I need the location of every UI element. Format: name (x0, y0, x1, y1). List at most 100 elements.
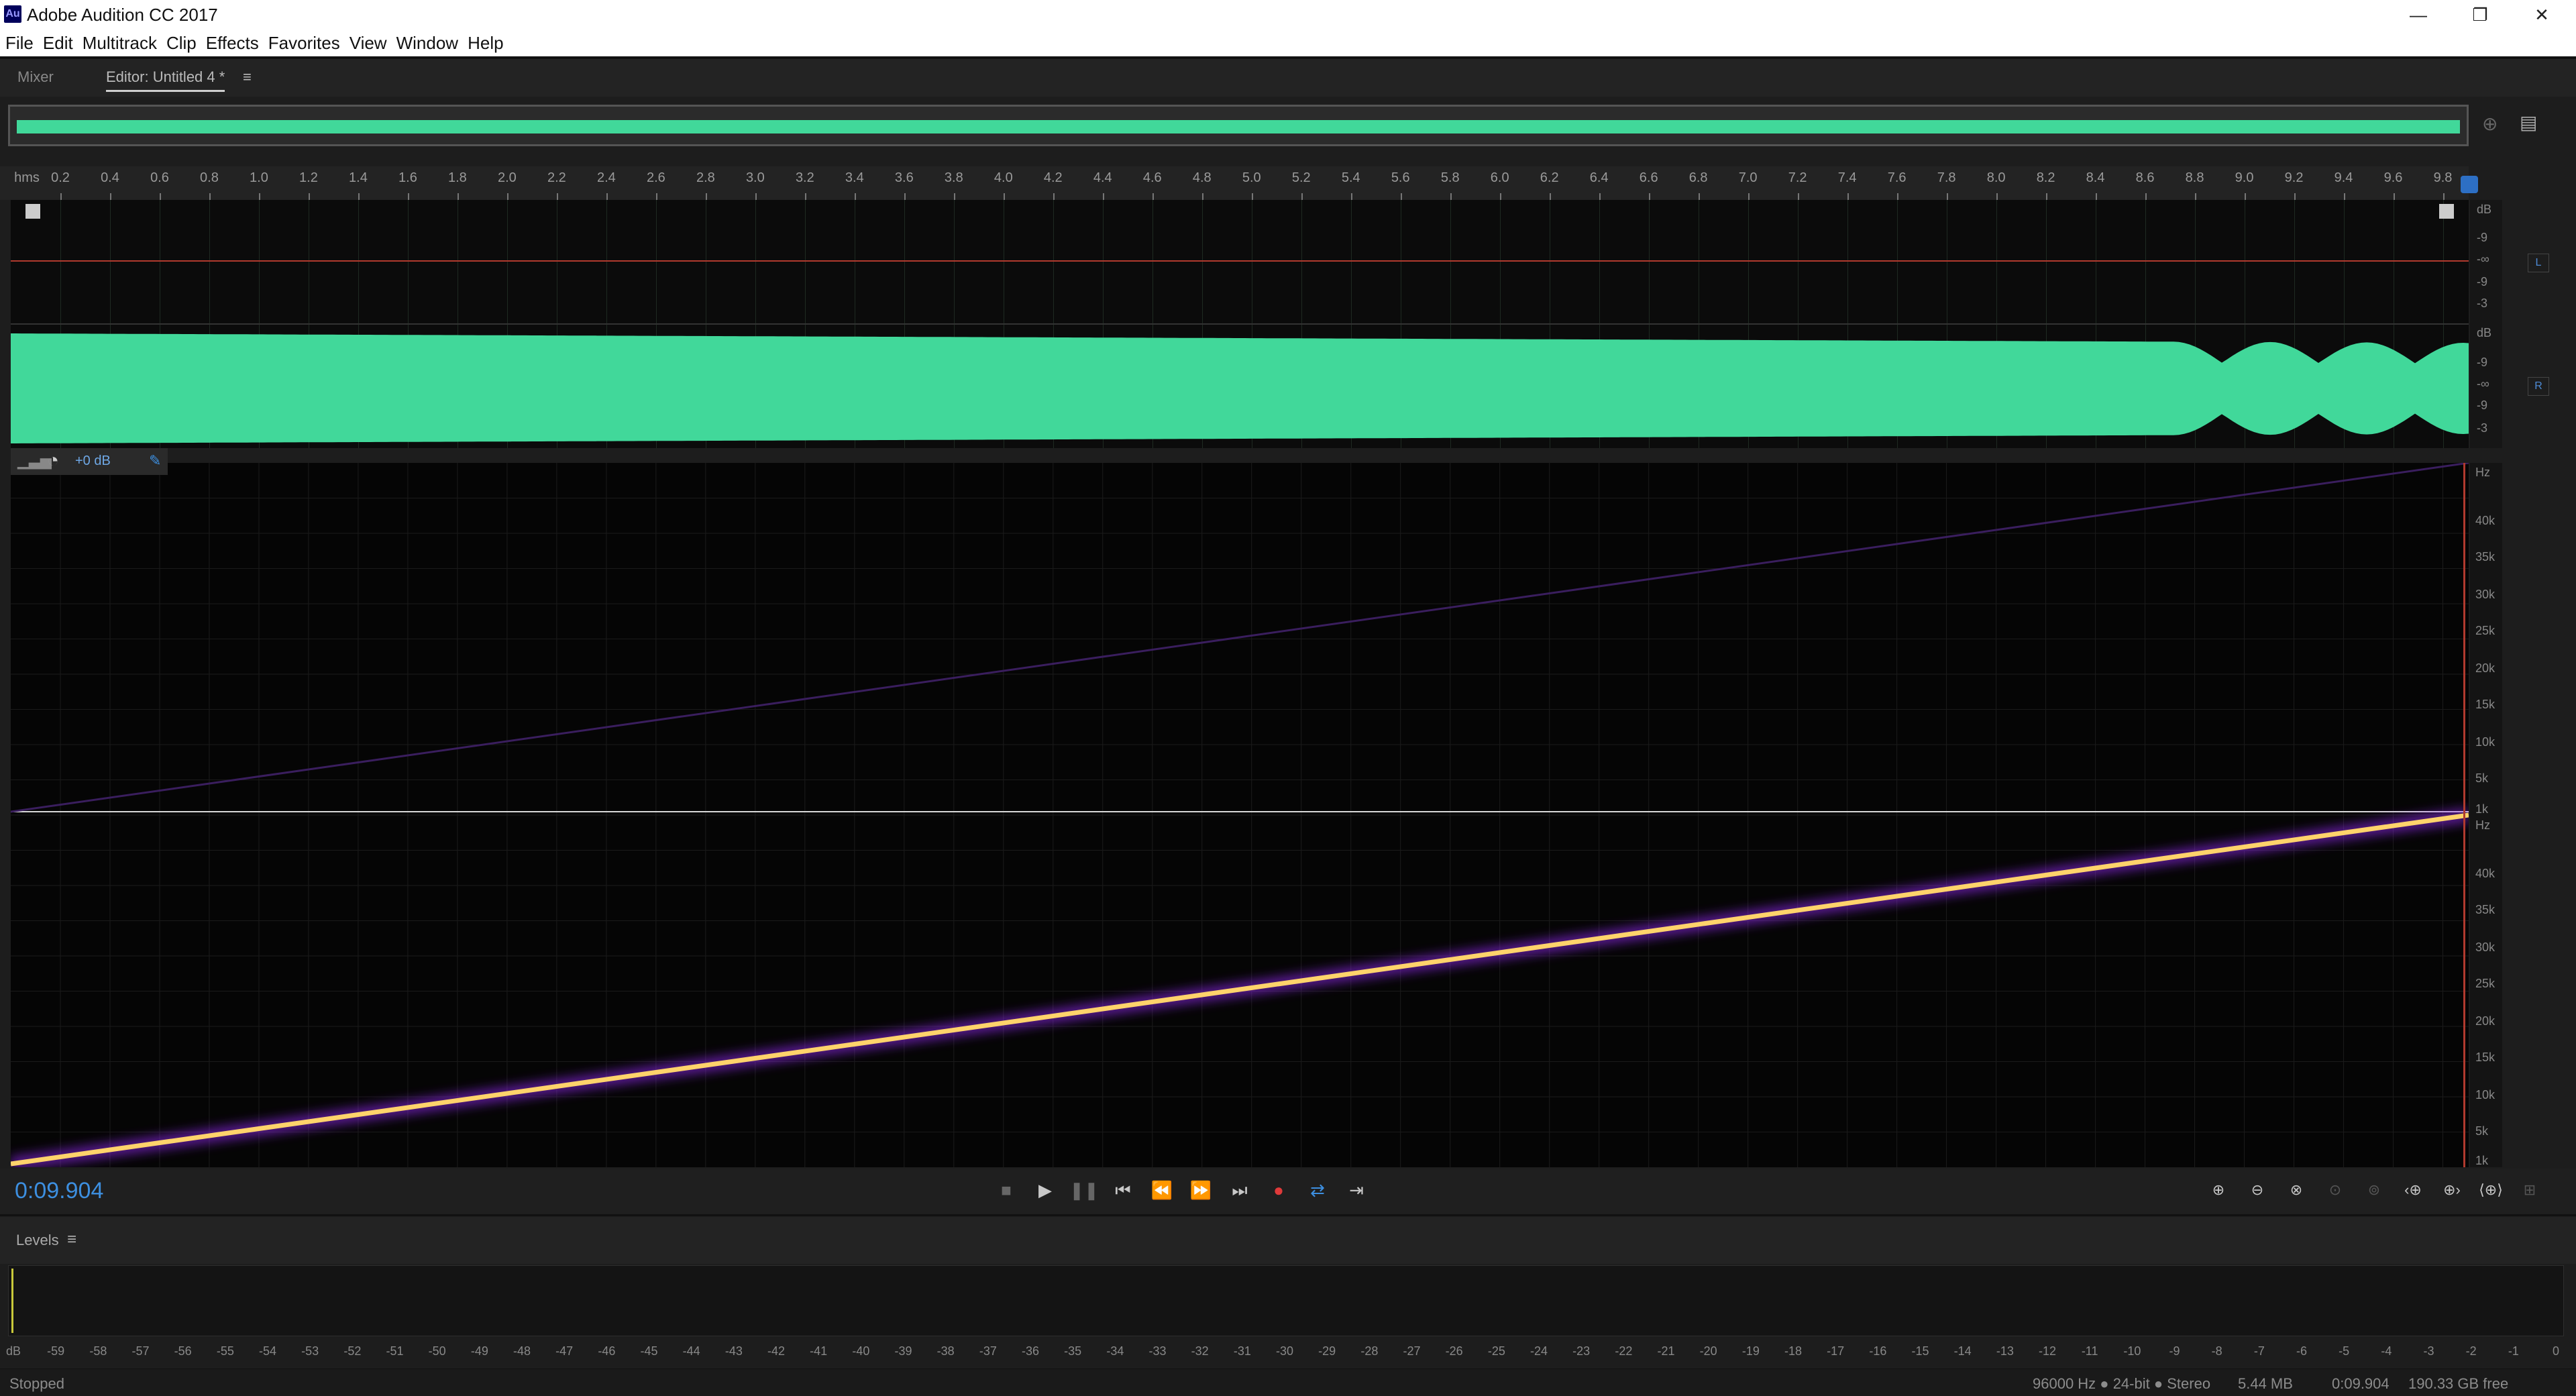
hz-bot-2: 35k (2475, 903, 2496, 916)
tab-mixer[interactable]: Mixer (17, 68, 54, 86)
ruler-tick (1847, 193, 1849, 200)
zoom-selection-button[interactable]: ⟨⊕⟩ (2474, 1175, 2508, 1205)
play-button[interactable]: ▶ (1030, 1175, 1060, 1205)
ruler-label: 4.2 (1043, 170, 1063, 185)
gain-knob-icon[interactable]: ◔ (47, 449, 59, 472)
zoom-out-amplitude-button[interactable]: ⊖ (2241, 1175, 2274, 1205)
level-scale-label: -49 (470, 1344, 488, 1358)
ruler-tick (1648, 193, 1650, 200)
time-ruler[interactable]: hms 0.2 0.4 0.6 0.8 1.0 1.2 1.4 1.6 1.8 2.0 2.2 2.4… (0, 166, 2469, 200)
zoom-in-amplitude-button[interactable]: ⊕ (2202, 1175, 2235, 1205)
ruler-tick (556, 193, 558, 200)
move-to-start-button[interactable]: ⏮ (1108, 1175, 1138, 1205)
zoom-navigator-icon[interactable]: ⊕ (2482, 113, 2498, 135)
current-time-display[interactable]: 0:09.904 (15, 1178, 103, 1204)
playhead-marker-icon[interactable] (2461, 176, 2478, 193)
level-scale-label: -29 (1318, 1344, 1336, 1358)
rewind-button[interactable]: ⏪ (1147, 1175, 1177, 1205)
ruler-tick (1152, 193, 1154, 200)
overview-waveform (17, 120, 2460, 133)
ruler-label: 0.8 (200, 170, 219, 185)
ruler-label: 7.4 (1837, 170, 1857, 185)
gain-value[interactable]: +0 dB (75, 453, 111, 469)
ruler-tick (1400, 193, 1402, 200)
right-channel-sweep (11, 812, 2469, 1167)
menu-window[interactable]: Window (396, 33, 458, 54)
playback-state: Stopped (9, 1375, 64, 1392)
hz-top-9: 1k (2475, 802, 2489, 816)
stop-button[interactable]: ■ (991, 1175, 1021, 1205)
loop-playback-button[interactable]: ⇄ (1303, 1175, 1332, 1205)
ruler-tick (1053, 193, 1055, 200)
fast-forward-button[interactable]: ⏩ (1186, 1175, 1216, 1205)
ruler-label: 9.6 (2383, 170, 2403, 185)
audition-logo-icon: Au (4, 5, 21, 23)
fade-in-handle-icon[interactable] (25, 204, 40, 219)
db-l-1: -9 (2477, 231, 2488, 244)
level-scale-label: -19 (1741, 1344, 1760, 1358)
menu-view[interactable]: View (350, 33, 387, 54)
ruler-label: 6.8 (1688, 170, 1708, 185)
level-scale-label: -53 (301, 1344, 319, 1358)
zoom-full-button[interactable]: ⊚ (2357, 1175, 2391, 1205)
ruler-label: 8.8 (2185, 170, 2204, 185)
ruler-tick (1251, 193, 1253, 200)
ruler-label: 6.4 (1589, 170, 1609, 185)
menu-clip[interactable]: Clip (166, 33, 197, 54)
ruler-tick (1797, 193, 1799, 200)
menu-edit[interactable]: Edit (43, 33, 73, 54)
skip-selection-button[interactable]: ⇥ (1342, 1175, 1371, 1205)
ruler-tick (2393, 193, 2395, 200)
level-scale-label: -14 (1953, 1344, 1972, 1358)
zoom-reset-button[interactable]: ⊞ (2513, 1175, 2546, 1205)
zoom-out-point-button[interactable]: ⊕› (2435, 1175, 2469, 1205)
editor-panel-menu-icon[interactable]: ≡ (243, 68, 252, 86)
tab-editor[interactable]: Editor: Untitled 4 * (106, 68, 225, 92)
minimize-button[interactable]: — (2388, 0, 2449, 30)
levels-title[interactable]: Levels (16, 1232, 59, 1249)
level-scale-label: -34 (1106, 1344, 1124, 1358)
frequency-scale: Hz 40k 35k 30k 25k 20k 15k 10k 5k 1k Hz … (2470, 463, 2502, 1167)
hz-bot-3: 30k (2475, 941, 2496, 954)
ruler-tick (1946, 193, 1948, 200)
menu-favorites[interactable]: Favorites (268, 33, 340, 54)
channel-r-toggle[interactable]: R (2528, 377, 2549, 396)
hz-bot-8: 5k (2475, 1124, 2489, 1138)
menu-effects[interactable]: Effects (206, 33, 259, 54)
ruler-label: 9.2 (2284, 170, 2304, 185)
ruler-tick (705, 193, 707, 200)
ruler-label: 1.0 (250, 170, 268, 185)
ruler-tick (60, 193, 62, 200)
pin-icon[interactable]: ✎ (149, 452, 161, 470)
ruler-tick (953, 193, 955, 200)
ruler-tick (2145, 193, 2147, 200)
restore-button[interactable]: ❐ (2450, 0, 2510, 30)
zoom-in-time-button[interactable]: ⊗ (2279, 1175, 2313, 1205)
ruler-label: 3.4 (845, 170, 864, 185)
playhead-line[interactable] (2463, 463, 2465, 1167)
channel-l-toggle[interactable]: L (2528, 254, 2549, 272)
zoom-out-time-button[interactable]: ⊙ (2318, 1175, 2352, 1205)
spectral-frequency-display[interactable] (11, 463, 2469, 1167)
fade-out-handle-icon[interactable] (2439, 204, 2454, 219)
pause-button[interactable]: ❚❚ (1069, 1175, 1099, 1205)
waveform-display[interactable] (11, 200, 2469, 448)
close-button[interactable]: ✕ (2512, 0, 2572, 30)
level-scale-label: -42 (767, 1344, 786, 1358)
display-settings-icon[interactable]: ▤ (2520, 111, 2537, 133)
overview-navigator[interactable] (8, 105, 2469, 146)
db-l-3: -9 (2477, 275, 2488, 288)
levels-menu-icon[interactable]: ≡ (67, 1230, 76, 1249)
ruler-label: 4.4 (1093, 170, 1112, 185)
ruler-tick (1003, 193, 1005, 200)
ruler-label: 3.8 (944, 170, 963, 185)
menu-multitrack[interactable]: Multitrack (83, 33, 157, 54)
record-button[interactable]: ● (1264, 1175, 1293, 1205)
move-to-end-button[interactable]: ⏭ (1225, 1175, 1254, 1205)
level-meter (8, 1265, 2564, 1336)
level-scale-label: -27 (1403, 1344, 1421, 1358)
spectral-hud: ▁▃▅ ◔ +0 dB ✎ (11, 448, 168, 475)
menu-file[interactable]: File (5, 33, 34, 54)
zoom-in-point-button[interactable]: ‹⊕ (2396, 1175, 2430, 1205)
menu-help[interactable]: Help (468, 33, 503, 54)
